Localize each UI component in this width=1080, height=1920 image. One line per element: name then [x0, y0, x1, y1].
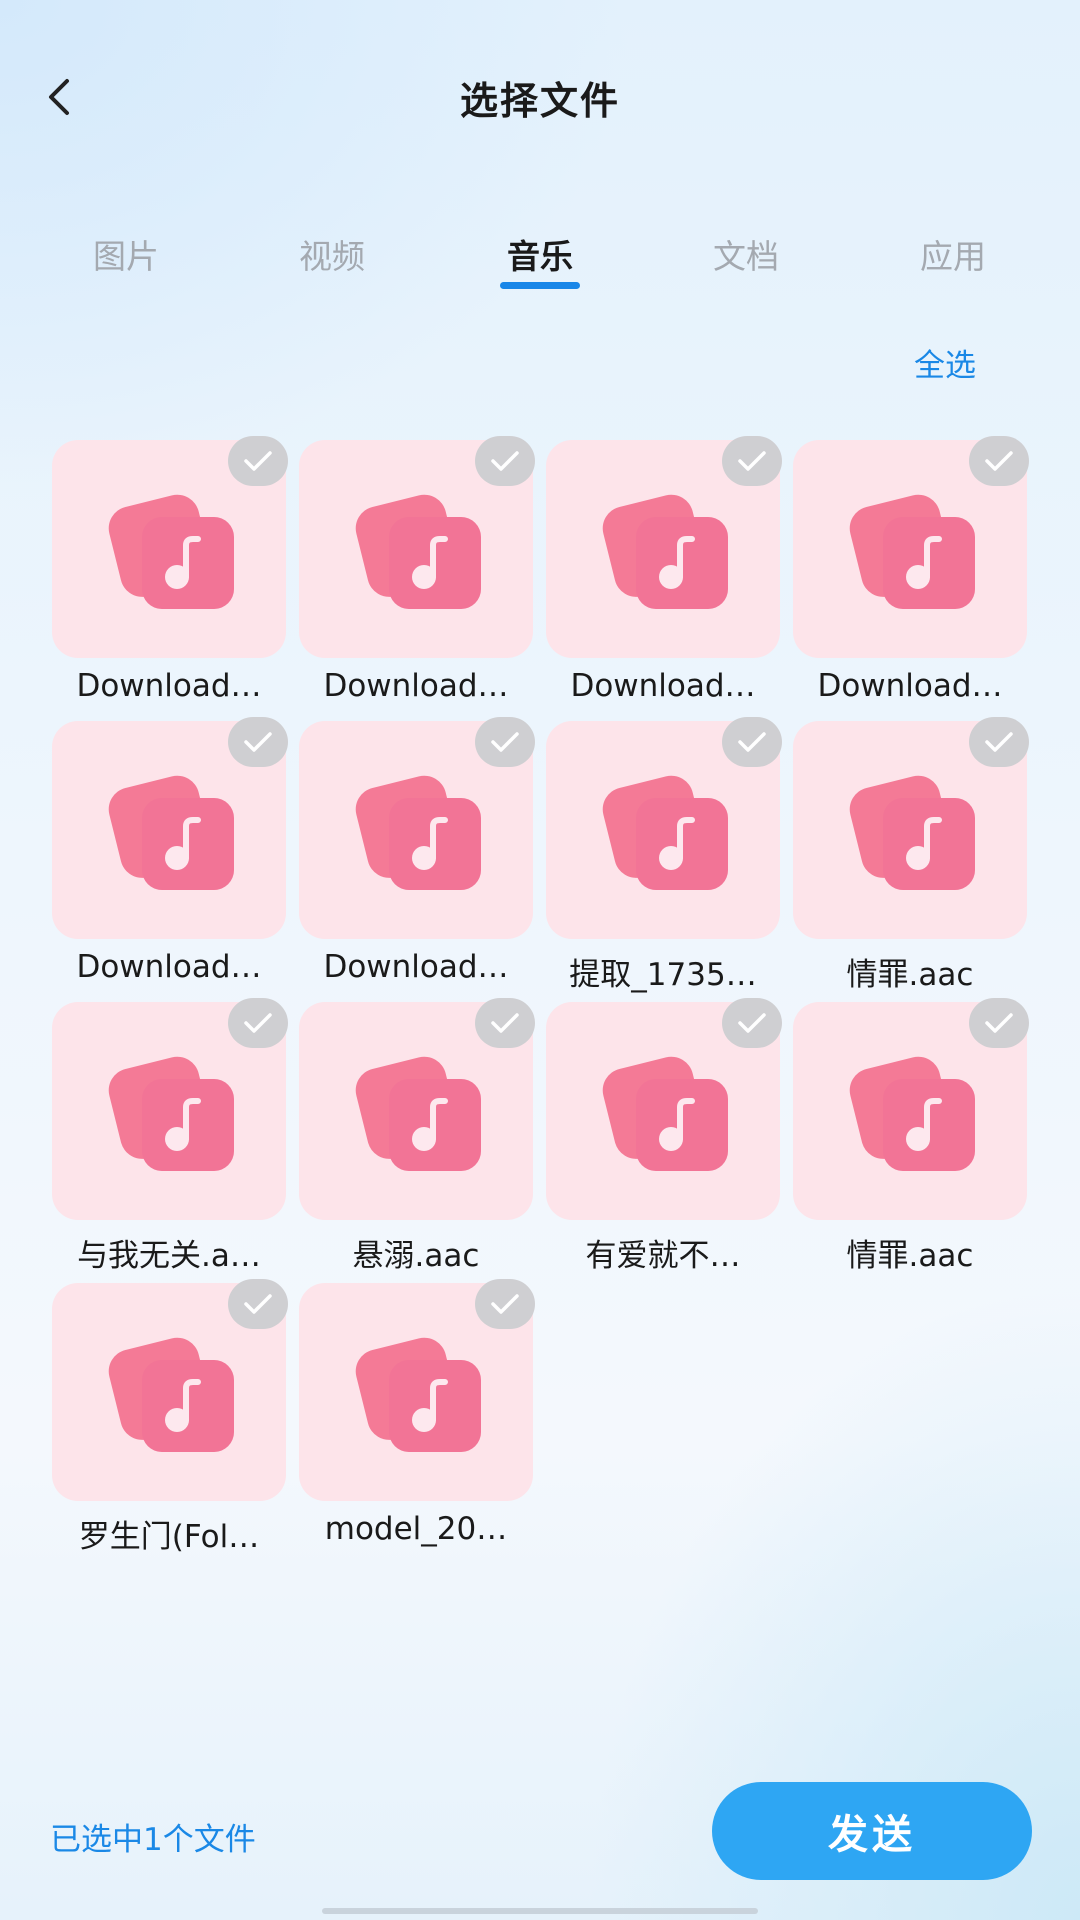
- music-file-icon: [602, 775, 728, 890]
- page-title: 选择文件: [459, 79, 620, 123]
- file-thumbnail[interactable]: [546, 998, 782, 1220]
- music-file-icon: [602, 494, 728, 609]
- select-checkbox[interactable]: [228, 1279, 288, 1329]
- file-thumbnail[interactable]: [793, 717, 1029, 939]
- file-name: 情罪.aac: [846, 957, 974, 993]
- checkmark-icon: [491, 451, 519, 471]
- music-file-icon: [602, 1056, 728, 1171]
- select-all-button[interactable]: 全选: [914, 340, 976, 385]
- checkmark-icon: [244, 732, 272, 752]
- file-item[interactable]: Download…: [793, 436, 1029, 721]
- music-file-icon: [108, 1056, 234, 1171]
- file-thumbnail[interactable]: [299, 717, 535, 939]
- file-item[interactable]: 情罪.aac: [793, 998, 1029, 1283]
- file-thumbnail[interactable]: [52, 717, 288, 939]
- checkmark-icon: [244, 451, 272, 471]
- music-file-icon: [849, 1056, 975, 1171]
- checkmark-icon: [985, 732, 1013, 752]
- checkmark-icon: [985, 1013, 1013, 1033]
- music-file-icon: [355, 1056, 481, 1171]
- send-button[interactable]: 发送: [712, 1782, 1032, 1880]
- file-item[interactable]: Download…: [52, 717, 288, 1002]
- select-checkbox[interactable]: [969, 436, 1029, 486]
- file-name: 有爱就不…: [585, 1238, 741, 1274]
- select-checkbox[interactable]: [475, 717, 535, 767]
- checkmark-icon: [985, 451, 1013, 471]
- file-thumbnail[interactable]: [52, 998, 288, 1220]
- file-name: Download…: [323, 949, 509, 985]
- file-thumbnail[interactable]: [299, 436, 535, 658]
- checkmark-icon: [738, 1013, 766, 1033]
- file-name: Download…: [76, 949, 262, 985]
- file-thumbnail[interactable]: [52, 436, 288, 658]
- file-item[interactable]: Download…: [52, 436, 288, 721]
- file-thumbnail[interactable]: [793, 998, 1029, 1220]
- file-item[interactable]: 有爱就不…: [546, 998, 782, 1283]
- file-name: 罗生门(Fol…: [78, 1519, 260, 1555]
- file-item[interactable]: 悬溺.aac: [299, 998, 535, 1283]
- tab-music-label: 音乐: [507, 237, 573, 276]
- home-indicator: [322, 1908, 758, 1914]
- file-thumbnail[interactable]: [546, 717, 782, 939]
- tab-music[interactable]: 音乐: [470, 230, 610, 289]
- music-file-icon: [355, 1337, 481, 1452]
- file-item[interactable]: 罗生门(Fol…: [52, 1279, 288, 1564]
- file-grid: Download… Download… Download… Download… …: [52, 436, 1029, 1564]
- selected-count-text: 已选中1个文件: [50, 1822, 256, 1858]
- music-file-icon: [108, 494, 234, 609]
- checkmark-icon: [244, 1294, 272, 1314]
- select-checkbox[interactable]: [722, 436, 782, 486]
- select-checkbox[interactable]: [475, 436, 535, 486]
- file-name: Download…: [570, 668, 756, 704]
- select-checkbox[interactable]: [475, 998, 535, 1048]
- select-checkbox[interactable]: [722, 998, 782, 1048]
- music-file-icon: [355, 775, 481, 890]
- active-tab-indicator: [500, 282, 580, 289]
- select-checkbox[interactable]: [228, 436, 288, 486]
- music-file-icon: [849, 494, 975, 609]
- tab-bar: 图片 视频 音乐 文档 应用: [0, 230, 1080, 300]
- select-checkbox[interactable]: [722, 717, 782, 767]
- select-checkbox[interactable]: [475, 1279, 535, 1329]
- checkmark-icon: [738, 732, 766, 752]
- file-item[interactable]: Download…: [299, 717, 535, 1002]
- file-item[interactable]: Download…: [299, 436, 535, 721]
- select-checkbox[interactable]: [969, 998, 1029, 1048]
- checkmark-icon: [491, 1294, 519, 1314]
- file-item[interactable]: Download…: [546, 436, 782, 721]
- file-name: 提取_1735…: [569, 957, 757, 993]
- music-file-icon: [355, 494, 481, 609]
- checkmark-icon: [244, 1013, 272, 1033]
- music-file-icon: [849, 775, 975, 890]
- file-item[interactable]: 与我无关.a…: [52, 998, 288, 1283]
- file-name: 悬溺.aac: [352, 1238, 480, 1274]
- music-file-icon: [108, 1337, 234, 1452]
- tab-apps[interactable]: 应用: [883, 230, 1023, 278]
- file-item[interactable]: 提取_1735…: [546, 717, 782, 1002]
- file-name: Download…: [817, 668, 1003, 704]
- music-file-icon: [108, 775, 234, 890]
- tab-images[interactable]: 图片: [56, 230, 196, 278]
- checkmark-icon: [491, 1013, 519, 1033]
- file-thumbnail[interactable]: [793, 436, 1029, 658]
- file-thumbnail[interactable]: [299, 998, 535, 1220]
- select-checkbox[interactable]: [228, 998, 288, 1048]
- tab-videos[interactable]: 视频: [262, 230, 402, 278]
- file-name: Download…: [76, 668, 262, 704]
- file-item[interactable]: 情罪.aac: [793, 717, 1029, 1002]
- checkmark-icon: [491, 732, 519, 752]
- select-checkbox[interactable]: [228, 717, 288, 767]
- file-item[interactable]: model_20…: [299, 1279, 535, 1564]
- file-thumbnail[interactable]: [546, 436, 782, 658]
- file-thumbnail[interactable]: [299, 1279, 535, 1501]
- file-name: Download…: [323, 668, 509, 704]
- tab-documents[interactable]: 文档: [676, 230, 816, 278]
- file-name: model_20…: [324, 1511, 508, 1547]
- file-name: 情罪.aac: [846, 1238, 974, 1274]
- select-checkbox[interactable]: [969, 717, 1029, 767]
- file-name: 与我无关.a…: [77, 1238, 261, 1274]
- checkmark-icon: [738, 451, 766, 471]
- file-thumbnail[interactable]: [52, 1279, 288, 1501]
